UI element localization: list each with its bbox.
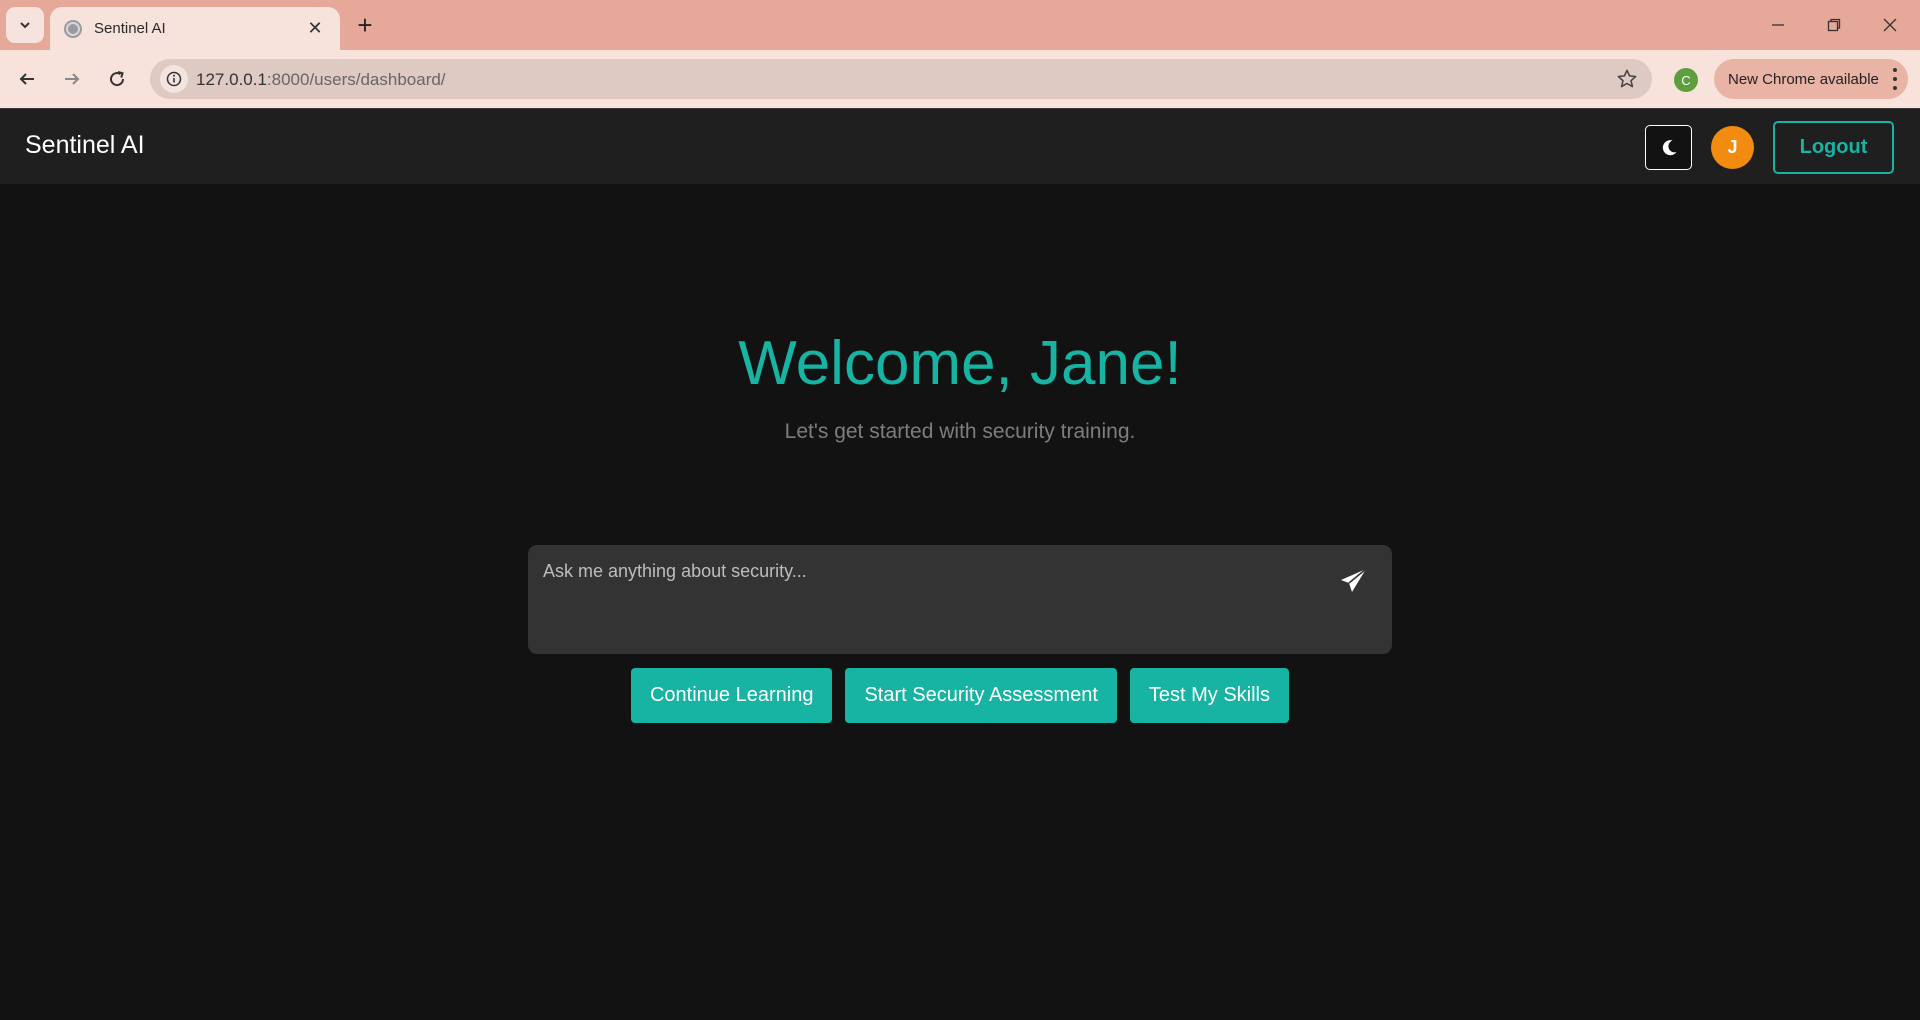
url-host: 127.0.0.1 [196,70,267,89]
browser-tab[interactable]: Sentinel AI ✕ [50,7,340,50]
new-tab-button[interactable]: + [350,10,380,40]
tab-search-button[interactable] [6,7,44,43]
moon-icon [1662,139,1676,155]
chrome-update-button[interactable]: New Chrome available [1714,59,1908,99]
chat-input[interactable] [528,545,1308,654]
update-label: New Chrome available [1728,70,1879,88]
restore-icon [1827,18,1841,32]
theme-toggle-button[interactable] [1645,125,1692,170]
welcome-subtitle: Let's get started with security training… [784,420,1136,443]
dashboard-main: Welcome, Jane! Let's get started with se… [0,184,1920,1020]
continue-learning-button[interactable]: Continue Learning [630,668,833,723]
url-text: 127.0.0.1:8000/users/dashboard/ [196,70,446,90]
url-path: :8000/users/dashboard/ [266,70,446,89]
chat-box [528,545,1392,654]
quick-actions: Continue Learning Start Security Assessm… [0,668,1920,723]
window-close-icon [1883,18,1897,32]
star-icon[interactable] [1616,68,1638,90]
browser-toolbar: 127.0.0.1:8000/users/dashboard/ C New Ch… [0,50,1920,108]
restore-button[interactable] [1806,0,1862,50]
start-security-assessment-button[interactable]: Start Security Assessment [845,668,1117,723]
forward-button[interactable] [53,60,91,98]
chevron-down-icon [20,22,30,29]
reload-button[interactable] [98,60,136,98]
minimize-button[interactable] [1750,0,1806,50]
more-vert-icon[interactable] [1892,68,1898,90]
forward-icon [65,73,80,85]
address-bar[interactable]: 127.0.0.1:8000/users/dashboard/ [150,59,1652,99]
send-button[interactable] [1336,563,1372,599]
send-icon [1341,568,1367,592]
close-icon[interactable]: ✕ [304,18,326,40]
browser-profile-avatar[interactable]: C [1674,68,1698,92]
logout-button[interactable]: Logout [1773,121,1894,174]
plus-icon: + [357,9,373,40]
window-close-button[interactable] [1862,0,1918,50]
site-info-icon[interactable] [160,65,188,93]
back-icon [19,73,34,85]
minimize-icon [1772,24,1784,26]
browser-tabstrip: Sentinel AI ✕ + [0,0,1920,50]
welcome-heading: Welcome, Jane! [738,329,1182,398]
user-avatar[interactable]: J [1711,126,1754,169]
globe-icon [64,19,82,38]
tab-title: Sentinel AI [94,20,166,37]
brand-logo[interactable]: Sentinel AI [25,131,145,160]
app-navbar: Sentinel AI J Logout [0,108,1920,184]
back-button[interactable] [8,60,46,98]
reload-icon [110,71,125,87]
test-my-skills-button[interactable]: Test My Skills [1129,668,1289,723]
